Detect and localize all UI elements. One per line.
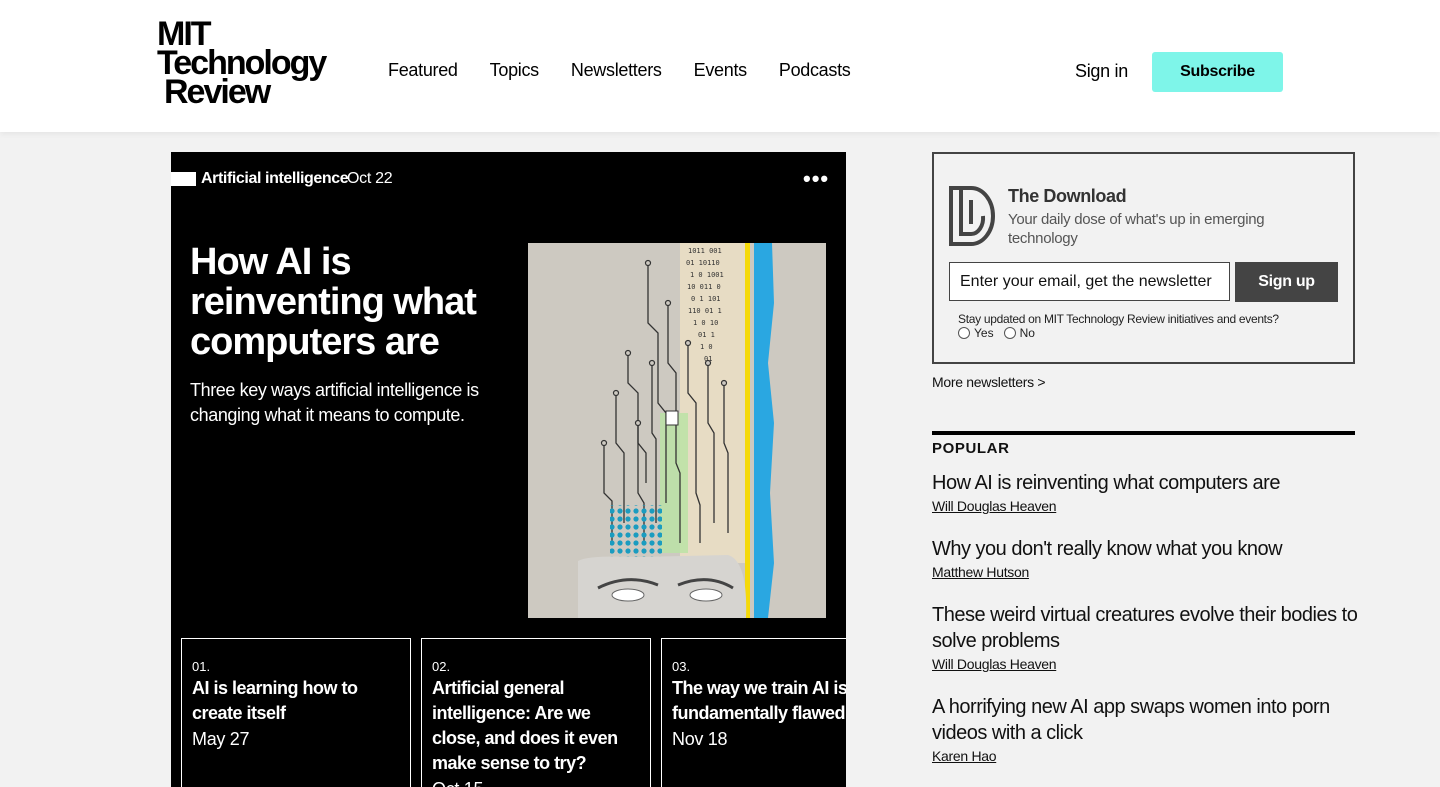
svg-text:1011 001: 1011 001 [688,247,722,255]
hero-illustration[interactable]: 1011 001 01 10110 1 0 1001 10 011 0 0 1 10… [528,243,826,618]
popular-list: How AI is reinventing what computers are… [932,470,1362,786]
popular-item-author[interactable]: Will Douglas Heaven [932,498,1057,514]
popular-item-author[interactable]: Karen Hao [932,748,997,764]
consent-question: Stay updated on MIT Technology Review in… [958,312,1279,326]
popular-item-title[interactable]: How AI is reinventing what computers are [932,470,1362,496]
related-story-card[interactable]: 01. AI is learning how to create itself … [181,638,411,787]
sign-up-button[interactable]: Sign up [1235,262,1338,302]
hero-date: Oct 22 [347,170,393,187]
radio-yes[interactable] [958,327,970,339]
nav-podcasts[interactable]: Podcasts [779,60,851,81]
consent-no-option[interactable]: No [1003,326,1035,340]
nav-featured[interactable]: Featured [388,60,458,81]
consent-options: Yes No [958,326,1035,340]
more-options-icon[interactable]: ••• [803,168,829,190]
related-stories: 01. AI is learning how to create itself … [181,638,846,787]
hero-dek: Three key ways artificial intelligence i… [190,380,479,425]
card-number: 01. [192,659,211,674]
email-input[interactable] [949,262,1230,301]
card-number: 03. [672,659,691,674]
nav-events[interactable]: Events [694,60,748,81]
popular-heading: POPULAR [932,440,1010,457]
subscribe-button[interactable]: Subscribe [1152,52,1283,92]
popular-item-title[interactable]: Why you don't really know what you know [932,536,1362,562]
svg-text:1 0 10: 1 0 10 [693,319,718,327]
radio-no[interactable] [1003,327,1016,339]
related-story-card[interactable]: 02. Artificial general intelligence: Are… [421,638,651,787]
svg-text:0 1 101: 0 1 101 [691,295,721,303]
newsletter-signup-box: The Download Your daily dose of what's u… [932,152,1355,364]
site-header: MIT Technology Review Featured Topics Ne… [0,0,1440,132]
popular-item-author[interactable]: Will Douglas Heaven [932,656,1057,672]
popular-item-title[interactable]: These weird virtual creatures evolve the… [932,602,1362,654]
card-date: Nov 18 [672,729,728,749]
related-story-card[interactable]: 03. The way we train AI is fundamentally… [661,638,846,787]
card-number: 02. [432,659,451,674]
popular-divider [932,431,1355,435]
circuit-head-illustration: 1011 001 01 10110 1 0 1001 10 011 0 0 1 10… [528,243,826,618]
popular-item: These weird virtual creatures evolve the… [932,602,1362,674]
main-nav: Featured Topics Newsletters Events Podca… [388,60,851,81]
hero-category[interactable]: Artificial intelligence [201,170,349,188]
svg-text:01 10110: 01 10110 [686,259,720,267]
card-title[interactable]: AI is learning how to create itself [192,676,400,726]
the-download-logo-icon [949,186,995,246]
logo-line-3: Review [164,73,271,111]
svg-text:10 011 0: 10 011 0 [687,283,721,291]
popular-item-author[interactable]: Matthew Hutson [932,564,1029,580]
svg-text:1 0: 1 0 [700,343,713,351]
card-date: Oct 15 [432,776,640,787]
popular-item: Why you don't really know what you know … [932,536,1362,582]
category-marker [171,172,196,186]
svg-text:01 1: 01 1 [698,331,715,339]
more-newsletters-link[interactable]: More newsletters > [932,374,1046,390]
nav-topics[interactable]: Topics [490,60,540,81]
popular-item: How AI is reinventing what computers are… [932,470,1362,516]
hero-title[interactable]: How AI is reinventing what computers are [190,242,500,362]
nav-newsletters[interactable]: Newsletters [571,60,662,81]
hero-story[interactable]: Artificial intelligence Oct 22 ••• How A… [171,152,846,787]
no-label: No [1019,326,1035,340]
newsletter-description: Your daily dose of what's up in emerging… [1008,211,1265,247]
site-logo[interactable]: MIT Technology Review [157,17,337,111]
consent-yes-option[interactable]: Yes [958,326,994,340]
sign-in-link[interactable]: Sign in [1075,61,1128,82]
popular-item: A horrifying new AI app swaps women into… [932,694,1362,766]
card-title[interactable]: Artificial general intelligence: Are we … [432,676,640,776]
popular-item-title[interactable]: A horrifying new AI app swaps women into… [932,694,1362,746]
svg-text:110 01 1: 110 01 1 [688,307,722,315]
newsletter-name: The Download [1008,186,1127,206]
svg-text:1 0 1001: 1 0 1001 [690,271,724,279]
yes-label: Yes [974,326,994,340]
card-date: May 27 [192,729,250,749]
card-title[interactable]: The way we train AI is fundamentally fla… [672,676,846,726]
